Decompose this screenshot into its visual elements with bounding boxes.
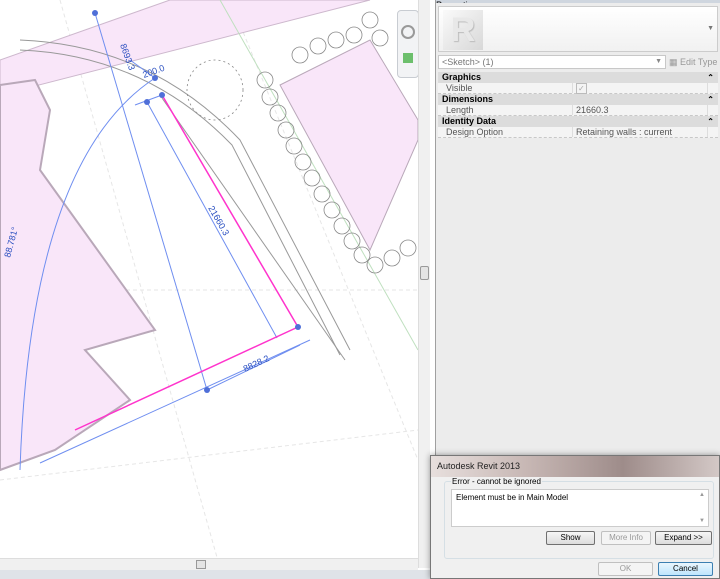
zoom-region-icon[interactable] <box>403 53 413 63</box>
plan-view: 8693.3 200.0 21660.3 8828.2 88.781° <box>0 0 419 569</box>
scroll-thumb[interactable] <box>196 560 206 569</box>
collapse-icon[interactable]: ⌃ <box>707 116 714 127</box>
more-info-button[interactable]: More Info <box>601 531 651 545</box>
steering-wheel-icon[interactable] <box>401 25 415 39</box>
scroll-thumb[interactable] <box>420 266 429 280</box>
property-row: Visible ✓ <box>438 83 718 94</box>
property-row: Design Option Retaining walls : current <box>438 127 718 138</box>
status-bar <box>0 570 430 579</box>
collapse-icon[interactable]: ⌃ <box>707 94 714 105</box>
scroll-up-icon[interactable]: ▲ <box>699 492 705 498</box>
property-category-dimensions: Dimensions ⌃ Length 21660.3 <box>436 94 720 116</box>
edit-type-button[interactable]: ▦ Edit Type <box>666 57 718 68</box>
revit-logo-icon: R <box>443 10 483 50</box>
error-dialog: Autodesk Revit 2013 Error - cannot be ig… <box>430 455 720 579</box>
error-message-box[interactable]: Element must be in Main Model ▲ ▼ <box>451 489 709 527</box>
chevron-down-icon: ▼ <box>655 58 662 65</box>
drawing-canvas[interactable]: 8693.3 200.0 21660.3 8828.2 88.781° <box>0 0 419 569</box>
type-preview[interactable]: R ▼ <box>438 6 718 52</box>
ok-button[interactable]: OK <box>598 562 653 576</box>
dimension-label[interactable]: 8828.2 <box>242 353 271 374</box>
property-row: Length 21660.3 <box>438 105 718 116</box>
expand-button[interactable]: Expand >> <box>655 531 712 545</box>
type-selector[interactable]: <Sketch> (1) ▼ <box>438 55 666 69</box>
visible-checkbox[interactable]: ✓ <box>573 83 708 94</box>
error-group: Error - cannot be ignored Element must b… <box>444 477 714 559</box>
vertical-scrollbar[interactable] <box>418 0 430 568</box>
property-category-graphics: Graphics ⌃ Visible ✓ <box>436 72 720 94</box>
scroll-down-icon[interactable]: ▼ <box>699 518 705 524</box>
cancel-button[interactable]: Cancel <box>658 562 713 576</box>
horizontal-scrollbar[interactable] <box>0 558 418 570</box>
properties-title: Properties <box>436 0 720 3</box>
collapse-icon[interactable]: ⌃ <box>707 72 714 83</box>
dialog-title: Autodesk Revit 2013 <box>431 456 719 477</box>
navigation-bar <box>397 10 419 78</box>
property-category-identity-data: Identity Data ⌃ Design Option Retaining wa… <box>436 116 720 138</box>
chevron-down-icon[interactable]: ▼ <box>707 25 714 32</box>
show-button[interactable]: Show <box>546 531 595 545</box>
